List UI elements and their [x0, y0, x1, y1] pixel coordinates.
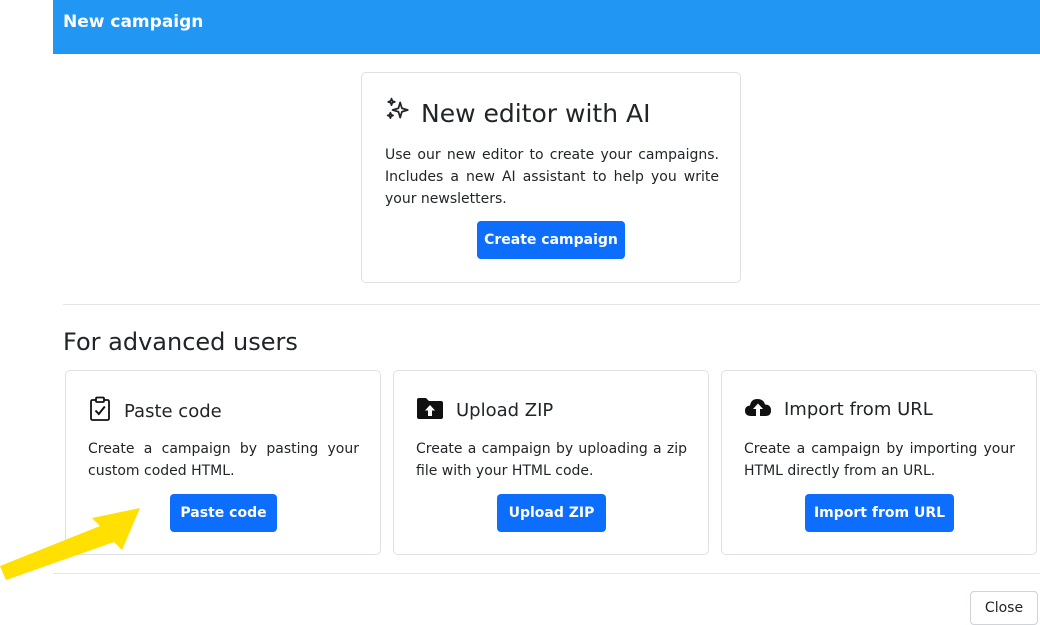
upload-zip-title: Upload ZIP — [416, 396, 553, 425]
annotation-arrow-icon — [0, 508, 140, 580]
create-campaign-button[interactable]: Create campaign — [477, 221, 625, 259]
ai-editor-title: New editor with AI — [385, 97, 650, 129]
clipboard-check-icon — [88, 396, 112, 427]
paste-code-description: Create a campaign by pasting your custom… — [88, 441, 359, 479]
paste-code-title: Paste code — [88, 396, 222, 427]
import-url-button[interactable]: Import from URL — [805, 494, 954, 532]
ai-editor-title-text: New editor with AI — [421, 98, 651, 128]
ai-editor-card: New editor with AI Use our new editor to… — [361, 72, 741, 283]
section-divider — [63, 304, 1040, 305]
ai-editor-description: Use our new editor to create your campai… — [385, 147, 719, 207]
upload-zip-title-text: Upload ZIP — [456, 400, 554, 421]
cloud-upload-icon — [744, 396, 772, 423]
close-button[interactable]: Close — [970, 591, 1038, 625]
paste-code-button[interactable]: Paste code — [170, 494, 277, 532]
import-url-title-text: Import from URL — [784, 399, 933, 420]
upload-zip-button[interactable]: Upload ZIP — [497, 494, 606, 532]
upload-zip-card: Upload ZIP Create a campaign by uploadin… — [393, 370, 709, 555]
footer-divider — [53, 573, 1040, 574]
modal-header: New campaign — [53, 0, 1040, 54]
advanced-section-title: For advanced users — [63, 328, 298, 356]
folder-upload-icon — [416, 396, 444, 425]
paste-code-title-text: Paste code — [124, 401, 222, 422]
import-url-title: Import from URL — [744, 396, 933, 423]
import-url-card: Import from URL Create a campaign by imp… — [721, 370, 1037, 555]
sparkles-icon — [385, 97, 411, 129]
upload-zip-description: Create a campaign by uploading a zip fil… — [416, 441, 687, 479]
modal-title: New campaign — [63, 12, 204, 32]
import-url-description: Create a campaign by importing your HTML… — [744, 441, 1015, 479]
